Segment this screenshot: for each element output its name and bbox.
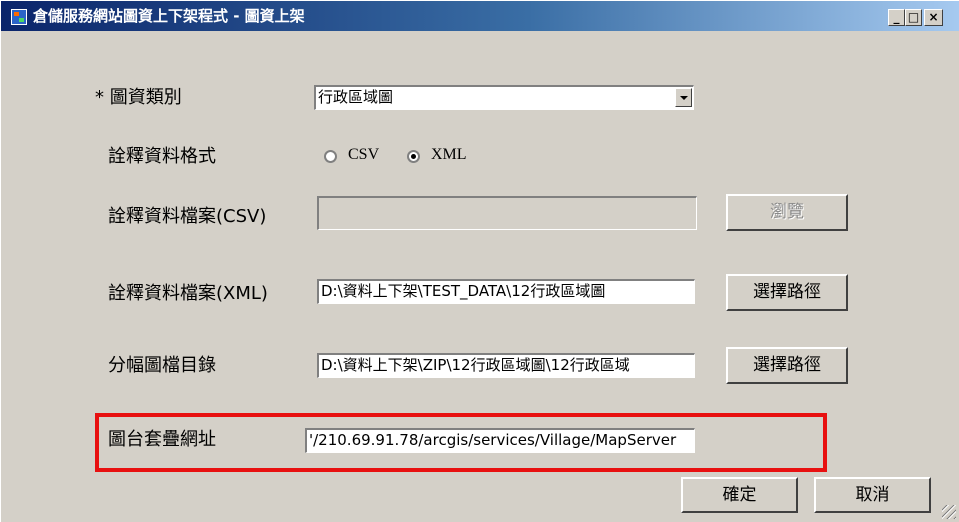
cancel-button[interactable]: 取消 bbox=[814, 477, 931, 513]
browse-button: 瀏覽 bbox=[726, 194, 848, 231]
radio-xml[interactable] bbox=[407, 150, 420, 163]
radio-csv-label: CSV bbox=[348, 146, 380, 163]
close-button[interactable]: × bbox=[924, 9, 943, 26]
category-dropdown[interactable]: 行政區域圖 bbox=[314, 85, 694, 110]
xml-file-label: 詮釋資料檔案(XML) bbox=[108, 283, 268, 304]
tile-dir-input[interactable]: D:\資料上下架\ZIP\12行政區域圖\12行政區域 bbox=[317, 353, 695, 378]
csv-file-input bbox=[317, 196, 697, 230]
resize-grip-icon[interactable] bbox=[942, 505, 956, 519]
tile-dir-choose-path-button[interactable]: 選擇路徑 bbox=[726, 347, 848, 384]
upload-dialog: 倉儲服務網站圖資上下架程式 - 圖資上架 _ □ × * 圖資類別 行政區域圖 … bbox=[0, 0, 959, 522]
minimize-button[interactable]: _ bbox=[888, 9, 905, 26]
map-url-highlight-box bbox=[95, 413, 827, 472]
chevron-down-icon[interactable] bbox=[675, 88, 692, 107]
window-title: 倉儲服務網站圖資上下架程式 - 圖資上架 bbox=[33, 7, 305, 25]
xml-choose-path-button[interactable]: 選擇路徑 bbox=[726, 274, 848, 311]
category-label: * 圖資類別 bbox=[95, 87, 182, 108]
title-bar[interactable]: 倉儲服務網站圖資上下架程式 - 圖資上架 _ □ × bbox=[1, 1, 959, 31]
radio-xml-label: XML bbox=[431, 146, 467, 163]
xml-file-input[interactable]: D:\資料上下架\TEST_DATA\12行政區域圖 bbox=[317, 279, 695, 304]
app-icon bbox=[11, 9, 27, 25]
csv-file-label: 詮釋資料檔案(CSV) bbox=[108, 206, 267, 227]
category-value: 行政區域圖 bbox=[318, 88, 394, 106]
tile-dir-label: 分幅圖檔目錄 bbox=[108, 355, 216, 376]
format-label: 詮釋資料格式 bbox=[108, 146, 216, 167]
maximize-button[interactable]: □ bbox=[905, 9, 922, 26]
ok-button[interactable]: 確定 bbox=[681, 477, 798, 513]
radio-csv[interactable] bbox=[324, 150, 337, 163]
